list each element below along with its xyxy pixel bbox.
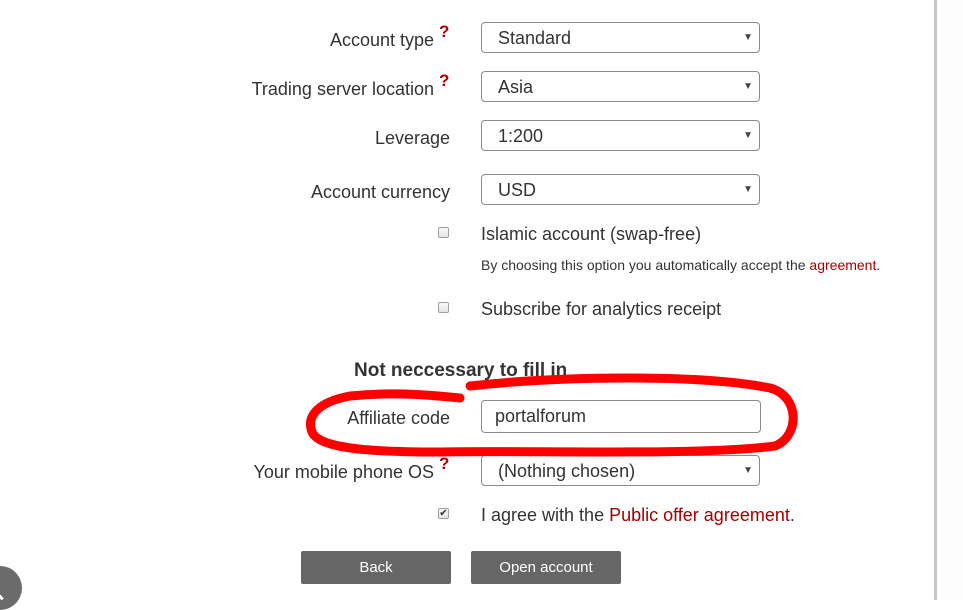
server-location-select[interactable]: Asia ▼ — [481, 71, 760, 102]
leverage-select[interactable]: 1:200 ▼ — [481, 120, 760, 151]
mobile-os-label: Your mobile phone OS — [253, 462, 434, 482]
account-type-select[interactable]: Standard ▼ — [481, 22, 760, 53]
agree-label: I agree with the Public offer agreement. — [481, 505, 795, 526]
public-offer-link[interactable]: Public offer agreement — [609, 505, 790, 525]
chevron-down-icon: ▼ — [743, 81, 753, 92]
open-account-button[interactable]: Open account — [471, 551, 621, 584]
affiliate-code-label: Affiliate code — [347, 408, 450, 428]
agree-text: I agree with the — [481, 505, 610, 525]
optional-section-title: Not neccessary to fill in — [354, 360, 568, 381]
chevron-down-icon: ▼ — [743, 130, 753, 141]
islamic-account-checkbox[interactable] — [438, 227, 449, 238]
islamic-agreement-note: By choosing this option you automaticall… — [481, 257, 880, 273]
account-type-label: Account type — [329, 30, 434, 50]
islamic-note-suffix: . — [876, 257, 881, 273]
analytics-checkbox[interactable] — [438, 302, 449, 313]
account-type-help-icon[interactable]: ? — [439, 22, 449, 42]
affiliate-code-input[interactable]: portalforum — [481, 400, 761, 433]
server-location-label: Trading server location — [251, 79, 434, 99]
analytics-label: Subscribe for analytics receipt — [481, 299, 722, 319]
right-panel-background — [934, 0, 963, 600]
islamic-account-label: Islamic account (swap-free) — [481, 224, 702, 244]
checkmark-icon: ✔ — [439, 507, 448, 519]
mobile-os-help-icon[interactable]: ? — [439, 454, 449, 474]
leverage-label: Leverage — [374, 128, 450, 148]
chevron-down-icon: ▼ — [743, 32, 753, 43]
islamic-note-text: By choosing this option you automaticall… — [481, 257, 810, 273]
back-button[interactable]: Back — [301, 551, 451, 584]
currency-value: USD — [498, 180, 537, 200]
agree-suffix: . — [789, 505, 795, 525]
currency-select[interactable]: USD ▼ — [481, 174, 760, 205]
agree-checkbox[interactable]: ✔ — [438, 508, 449, 519]
server-location-help-icon[interactable]: ? — [439, 71, 449, 91]
mobile-os-select[interactable]: (Nothing chosen) ▼ — [481, 455, 760, 486]
chevron-down-icon: ▼ — [743, 184, 753, 195]
server-location-value: Asia — [498, 77, 534, 97]
leverage-value: 1:200 — [498, 126, 544, 146]
account-type-value: Standard — [498, 28, 572, 48]
page-divider-line — [934, 0, 937, 600]
mobile-os-value: (Nothing chosen) — [498, 461, 636, 481]
floating-edit-icon[interactable] — [0, 566, 22, 610]
currency-label: Account currency — [310, 182, 450, 202]
islamic-agreement-link[interactable]: agreement — [809, 257, 876, 273]
chevron-down-icon: ▼ — [743, 465, 753, 476]
